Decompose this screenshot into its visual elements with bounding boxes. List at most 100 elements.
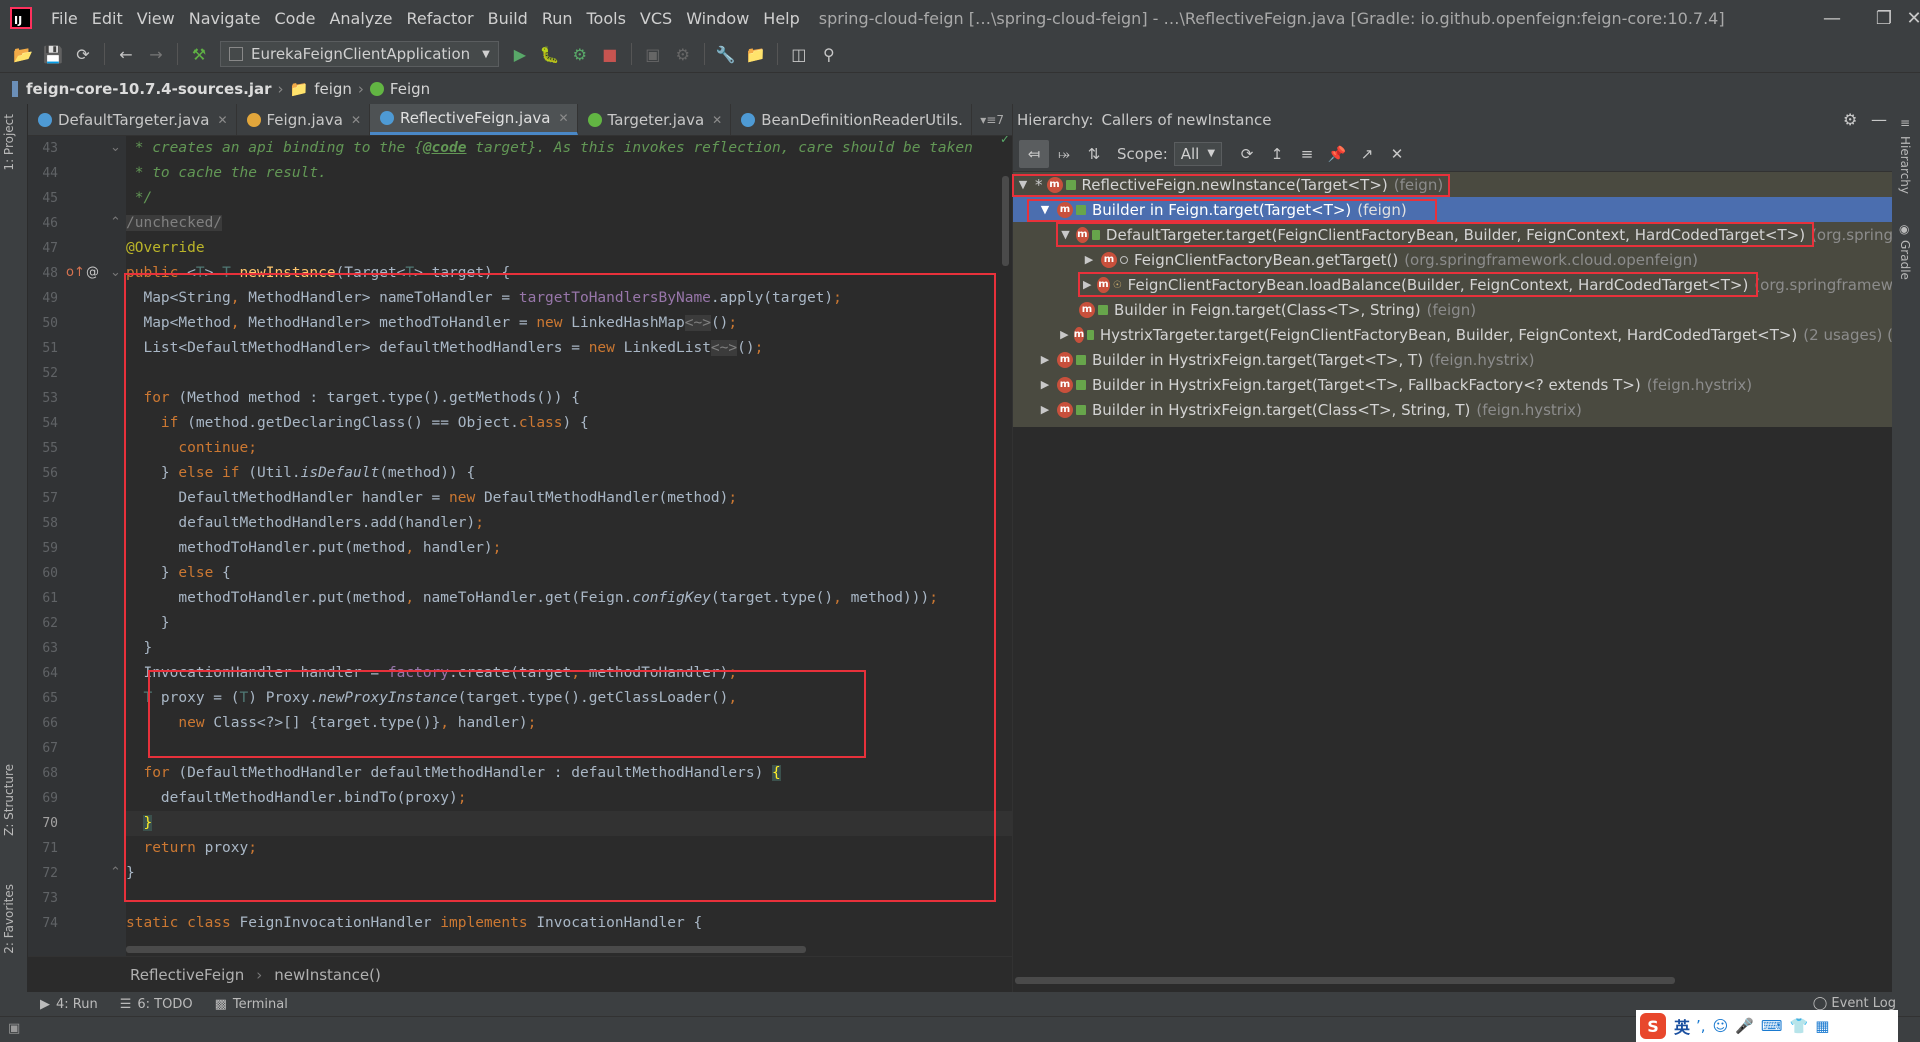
run-tool-button[interactable]: ▶ 4: Run (40, 997, 98, 1012)
tree-node[interactable]: ▶ m Builder in HystrixFeign.target(Targe… (1013, 347, 1893, 372)
project-tool-tab[interactable]: 1: Project (2, 114, 16, 171)
menu-help[interactable]: Help (756, 9, 806, 28)
open-in-editor-icon[interactable]: ↗ (1352, 140, 1382, 168)
profiler-icon[interactable]: ⚙ (668, 40, 698, 68)
menu-file[interactable]: File (44, 9, 85, 28)
hierarchy-tool-tab[interactable]: Hierarchy (1898, 136, 1912, 194)
run-with-coverage-icon[interactable]: ⚙ (565, 40, 595, 68)
settings-wrench-icon[interactable]: 🔧 (711, 40, 741, 68)
tree-node[interactable]: ▼ * m ReflectiveFeign.newInstance(Target… (1013, 172, 1893, 197)
toggle-tool-windows-icon[interactable]: ▣ (8, 1021, 20, 1036)
emoji-icon[interactable]: ☺ (1713, 1017, 1729, 1035)
back-arrow-icon[interactable]: ← (111, 40, 141, 68)
editor-vertical-scrollbar[interactable]: ✓ (1000, 136, 1010, 956)
code-editor[interactable]: * creates an api binding to the {@code t… (28, 136, 1012, 956)
menu-run[interactable]: Run (535, 9, 580, 28)
sync-icon[interactable]: ⟳ (68, 40, 98, 68)
tree-node[interactable]: ▶ m Builder in HystrixFeign.target(Targe… (1013, 372, 1893, 397)
close-icon[interactable]: ✕ (1382, 140, 1412, 168)
override-marker-icon[interactable]: o↑ (66, 265, 85, 280)
collapsed-arrow-icon[interactable]: ▶ (1037, 353, 1053, 366)
sort-alphabetically-icon[interactable]: ⇅ (1079, 140, 1109, 168)
forward-arrow-icon[interactable]: → (141, 40, 171, 68)
close-tab-icon[interactable]: ✕ (558, 111, 568, 125)
tree-node[interactable]: m Builder in Feign.target(Class<T>, Stri… (1013, 297, 1893, 322)
expanded-arrow-icon[interactable]: ▼ (1059, 228, 1072, 241)
run-icon[interactable]: ▶ (505, 40, 535, 68)
fold-marker-icon[interactable]: ⌃ (110, 215, 121, 230)
punctuation-icon[interactable]: ’, (1696, 1017, 1706, 1035)
close-tab-icon[interactable]: ✕ (217, 113, 227, 127)
project-structure-icon[interactable]: 📁 (741, 40, 771, 68)
tree-node[interactable]: ▶ m ☉ FeignClientFactoryBean.loadBalance… (1013, 272, 1893, 297)
menu-tools[interactable]: Tools (580, 9, 633, 28)
search-icon[interactable]: ⚲ (814, 40, 844, 68)
pin-icon[interactable]: 📌 (1322, 140, 1352, 168)
scope-select[interactable]: All ▼ (1173, 141, 1223, 166)
tab-feign[interactable]: Feign.java ✕ (237, 104, 370, 135)
callee-hierarchy-icon[interactable]: ⤅ (1049, 140, 1079, 168)
crumb-class[interactable]: ReflectiveFeign (130, 966, 244, 984)
todo-tool-button[interactable]: ☰ 6: TODO (120, 997, 193, 1012)
tab-defaulttargeter[interactable]: DefaultTargeter.java ✕ (28, 104, 237, 135)
expand-all-icon[interactable]: ≡ (1292, 140, 1322, 168)
collapsed-arrow-icon[interactable]: ▶ (1081, 253, 1097, 266)
breadcrumb-class[interactable]: Feign (369, 80, 430, 98)
code-area[interactable]: * creates an api binding to the {@code t… (126, 136, 1012, 956)
menu-vcs[interactable]: VCS (633, 9, 679, 28)
caller-hierarchy-icon[interactable]: ⤆ (1019, 139, 1049, 168)
tab-targeter[interactable]: Targeter.java ✕ (578, 104, 732, 135)
menu-refactor[interactable]: Refactor (400, 9, 481, 28)
tree-node[interactable]: ▶ m Builder in HystrixFeign.target(Class… (1013, 397, 1893, 422)
favorites-tool-tab[interactable]: 2: Favorites (2, 884, 16, 954)
gear-icon[interactable]: ⚙ (1843, 110, 1857, 129)
stop-icon[interactable]: ■ (595, 40, 625, 68)
menu-view[interactable]: View (130, 9, 182, 28)
fold-marker-icon[interactable]: ⌄ (110, 265, 121, 280)
terminal-tool-button[interactable]: ▩ Terminal (215, 997, 288, 1012)
open-folder-icon[interactable]: 📂 (8, 40, 38, 68)
minimize-icon[interactable]: — (1804, 0, 1860, 36)
editor-horizontal-scrollbar[interactable] (126, 944, 996, 954)
gradle-tool-tab[interactable]: Gradle (1898, 240, 1912, 280)
expanded-arrow-icon[interactable]: ▼ (1037, 203, 1053, 216)
close-tab-icon[interactable]: ✕ (712, 113, 722, 127)
fold-marker-icon[interactable]: ⌃ (110, 865, 121, 880)
crumb-method[interactable]: newInstance() (274, 966, 381, 984)
collapsed-arrow-icon[interactable]: ▶ (1037, 378, 1053, 391)
run-config-select[interactable]: EurekaFeignClientApplication ▼ (220, 41, 499, 67)
annotation-marker-icon[interactable]: @ (86, 265, 99, 280)
tab-beandefinitionreaderutils[interactable]: BeanDefinitionReaderUtils. (731, 104, 972, 135)
structure-tool-tab[interactable]: Z: Structure (2, 764, 16, 836)
menu-edit[interactable]: Edit (85, 9, 130, 28)
hierarchy-horizontal-scrollbar[interactable] (1013, 974, 1893, 986)
skin-shirt-icon[interactable]: 👕 (1790, 1017, 1809, 1035)
save-all-icon[interactable]: 💾 (38, 40, 68, 68)
keyboard-icon[interactable]: ⌨ (1761, 1017, 1783, 1035)
collapsed-arrow-icon[interactable]: ▶ (1037, 403, 1053, 416)
export-icon[interactable]: ↥ (1262, 140, 1292, 168)
menu-code[interactable]: Code (268, 9, 323, 28)
hide-panel-icon[interactable]: — (1871, 110, 1887, 129)
debug-bug-icon[interactable]: 🐛 (535, 40, 565, 68)
tree-node-selected[interactable]: ▼ m Builder in Feign.target(Target<T>) (… (1013, 197, 1893, 222)
close-window-icon[interactable]: ✕ (1864, 0, 1920, 36)
collapsed-arrow-icon[interactable]: ▶ (1059, 328, 1070, 341)
presentation-icon[interactable]: ◫ (784, 40, 814, 68)
attach-debugger-icon[interactable]: ▣ (638, 40, 668, 68)
build-hammer-icon[interactable]: ⚒ (184, 40, 214, 68)
ime-language-toggle[interactable]: 英 (1674, 1014, 1690, 1038)
toolbox-grid-icon[interactable]: ▦ (1815, 1017, 1829, 1035)
menu-navigate[interactable]: Navigate (182, 9, 268, 28)
close-tab-icon[interactable]: ✕ (351, 113, 361, 127)
microphone-icon[interactable]: 🎤 (1735, 1017, 1754, 1035)
collapsed-arrow-icon[interactable]: ▶ (1081, 278, 1093, 291)
expanded-arrow-icon[interactable]: ▼ (1015, 178, 1031, 191)
refresh-icon[interactable]: ⟳ (1232, 140, 1262, 168)
tree-node[interactable]: ▶ m FeignClientFactoryBean.getTarget() (… (1013, 247, 1893, 272)
tree-node[interactable]: ▶ m HystrixTargeter.target(FeignClientFa… (1013, 322, 1893, 347)
breadcrumb-jar[interactable]: feign-core-10.7.4-sources.jar (12, 80, 272, 98)
fold-marker-icon[interactable]: ⌄ (110, 140, 121, 155)
tab-reflectivefeign[interactable]: ReflectiveFeign.java ✕ (370, 104, 578, 135)
tabs-overflow-button[interactable]: ▾≡ 7 (972, 104, 1012, 135)
